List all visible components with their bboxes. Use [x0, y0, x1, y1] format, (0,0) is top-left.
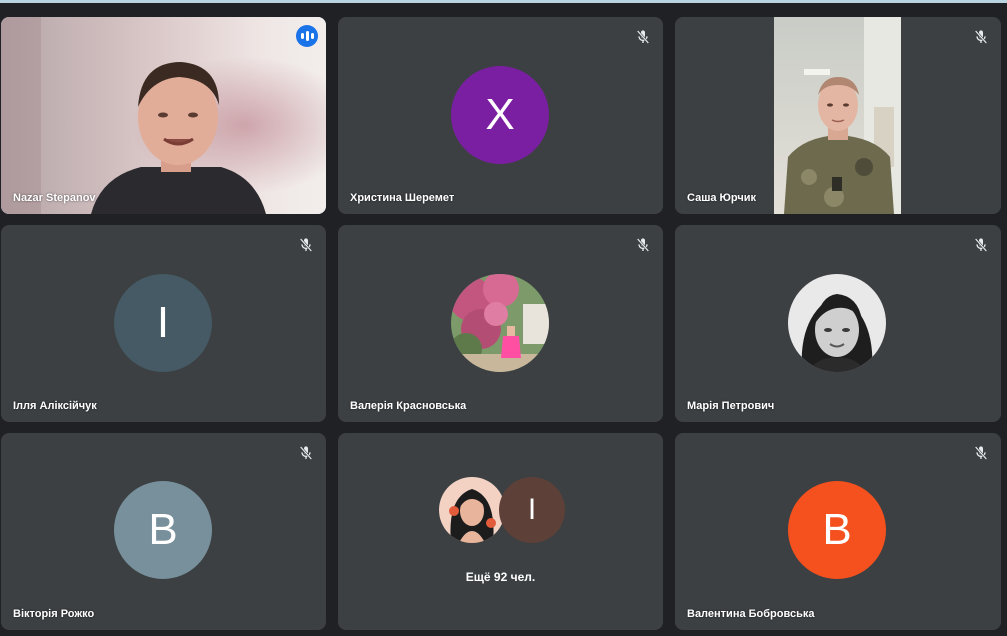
participant-video: [774, 17, 901, 214]
participant-tile-nazar[interactable]: Nazar Stepanov: [1, 17, 326, 214]
participant-name: Nazar Stepanov: [13, 192, 96, 204]
avatar: [451, 274, 549, 372]
participant-name: Ілля Аліксійчук: [13, 400, 97, 412]
more-participants-tile[interactable]: І Ещё 92 чел.: [338, 433, 663, 630]
participant-name: Христина Шеремет: [350, 192, 455, 204]
avatar: Х: [451, 66, 549, 164]
avatar: [439, 477, 505, 543]
participant-name: Марія Петрович: [687, 400, 775, 412]
mic-off-icon: [299, 446, 313, 460]
avatar: В: [114, 481, 212, 579]
audio-level-icon: [296, 25, 318, 47]
mic-off-icon: [636, 30, 650, 44]
avatar: І: [114, 274, 212, 372]
mic-off-icon: [299, 238, 313, 252]
mic-off-icon: [974, 30, 988, 44]
participant-tile-valeriia[interactable]: Валерія Красновська: [338, 225, 663, 422]
participant-tile-mariia[interactable]: Марія Петрович: [675, 225, 1001, 422]
participant-name: Валентина Бобровська: [687, 608, 815, 620]
participant-tile-khrystyna[interactable]: Х Христина Шеремет: [338, 17, 663, 214]
window-top-edge: [0, 0, 1007, 3]
avatar: І: [499, 477, 565, 543]
more-participants-label: Ещё 92 чел.: [465, 570, 536, 584]
participant-tile-illia[interactable]: І Ілля Аліксійчук: [1, 225, 326, 422]
avatar: [788, 274, 886, 372]
mic-off-icon: [636, 238, 650, 252]
participant-name: Саша Юрчик: [687, 192, 756, 204]
participant-tile-sasha[interactable]: Саша Юрчик: [675, 17, 1001, 214]
participant-video: [1, 17, 326, 214]
participant-name: Вікторія Рожко: [13, 608, 95, 620]
participant-tile-viktoriia[interactable]: В Вікторія Рожко: [1, 433, 326, 630]
mic-off-icon: [974, 238, 988, 252]
participant-grid: Nazar Stepanov Х Христина Шеремет Саша Ю…: [0, 15, 1007, 636]
avatar: В: [788, 481, 886, 579]
mic-off-icon: [974, 446, 988, 460]
participant-tile-valentyna[interactable]: В Валентина Бобровська: [675, 433, 1001, 630]
participant-name: Валерія Красновська: [350, 400, 467, 412]
